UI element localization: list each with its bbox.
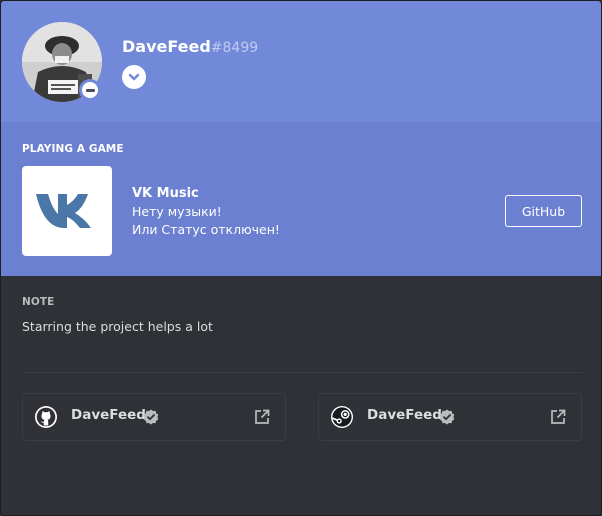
github-button[interactable]: GitHub	[505, 195, 582, 227]
discriminator: #8499	[210, 40, 259, 56]
external-link-icon[interactable]	[549, 408, 567, 426]
profile-header: DaveFeed #8499	[1, 1, 601, 122]
game-state: Или Статус отключен!	[132, 222, 280, 237]
user-profile-popout: DaveFeed #8499 PLAYING A GAME VK Music Н…	[0, 0, 602, 516]
github-icon	[35, 406, 57, 428]
game-icon	[22, 166, 112, 256]
game-details: Нету музыки!	[132, 204, 222, 219]
account-name: DaveFeed	[71, 407, 146, 423]
game-name: VK Music	[132, 186, 199, 201]
connected-account-steam: DaveFeed	[318, 393, 582, 441]
external-link-icon[interactable]	[253, 408, 271, 426]
note-text[interactable]: Starring the project helps a lot	[22, 319, 213, 334]
account-name: DaveFeed	[367, 407, 442, 423]
profile-menu-button[interactable]	[122, 65, 146, 89]
activity-section: PLAYING A GAME VK Music Нету музыки! Или…	[1, 122, 601, 276]
username: DaveFeed	[122, 37, 211, 56]
connected-account-github: DaveFeed	[22, 393, 286, 441]
verified-icon	[439, 409, 455, 425]
avatar-container	[22, 22, 102, 102]
vk-logo-icon	[36, 194, 91, 228]
status-indicator	[79, 79, 101, 101]
steam-icon	[331, 406, 353, 428]
game-info: VK Music Нету музыки! Или Статус отключе…	[132, 185, 280, 239]
divider	[22, 372, 582, 373]
dnd-icon	[82, 82, 98, 98]
activity-heading: PLAYING A GAME	[22, 143, 124, 155]
note-heading: NOTE	[22, 296, 55, 308]
verified-icon	[143, 409, 159, 425]
chevron-down-icon	[128, 73, 140, 81]
username-row: DaveFeed #8499	[122, 37, 258, 56]
